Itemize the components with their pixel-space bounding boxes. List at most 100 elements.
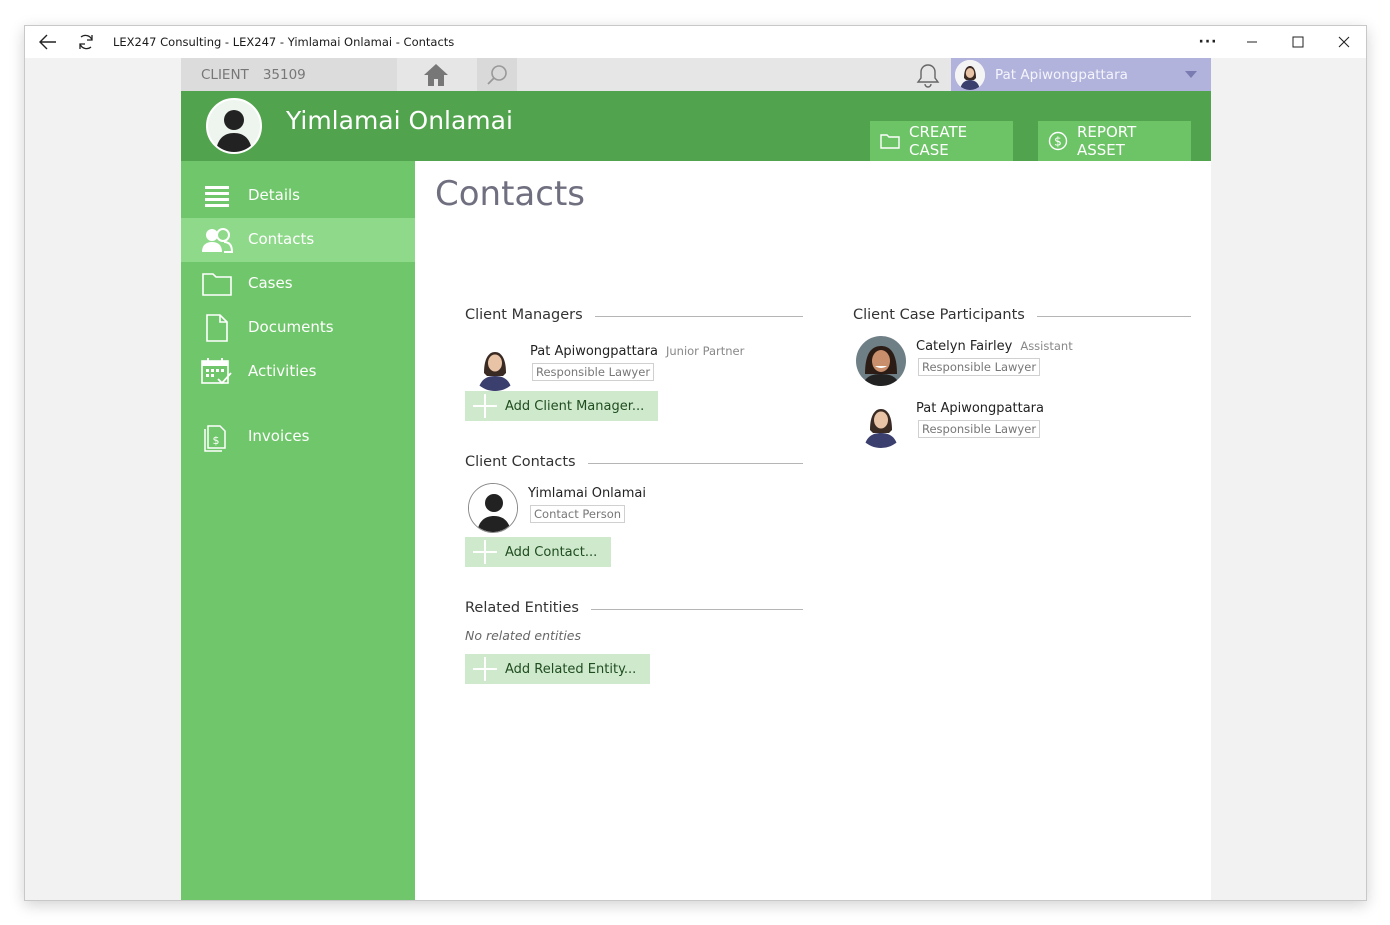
section-header: Related Entities (465, 597, 803, 619)
add-contact-label: Add Contact... (505, 544, 598, 560)
person-tag: Responsible Lawyer (918, 358, 1041, 376)
sidebar-item-documents[interactable]: Documents (181, 306, 415, 350)
plus-icon (465, 391, 505, 421)
sidebar-item-contacts[interactable]: Contacts (181, 218, 415, 262)
sidebar-item-label: Documents (248, 318, 334, 336)
search-icon (487, 64, 507, 85)
person-role: Assistant (1020, 339, 1073, 353)
home-button[interactable] (419, 61, 453, 89)
user-name: Pat Apiwongpattara (995, 66, 1128, 83)
section-header: Client Contacts (465, 451, 803, 473)
maximize-button[interactable] (1275, 26, 1321, 58)
more-icon: ··· (1198, 34, 1218, 50)
client-label: CLIENT (201, 66, 249, 83)
client-managers-section: Client Managers (465, 304, 803, 326)
client-avatar (206, 98, 262, 154)
list-item[interactable]: Pat Apiwongpattara Responsible Lawyer (856, 398, 1176, 450)
folder-icon (880, 133, 900, 149)
sidebar-item-details[interactable]: Details (181, 174, 415, 218)
app-window: LEX247 Consulting - LEX247 - Yimlamai On… (24, 25, 1367, 901)
user-avatar (955, 59, 985, 90)
add-client-manager-button[interactable]: Add Client Manager... (465, 391, 659, 421)
client-contacts-section: Client Contacts (465, 451, 803, 473)
divider (590, 608, 803, 610)
list-item[interactable]: Yimlamai Onlamai Contact Person (468, 483, 768, 535)
section-title: Client Managers (465, 307, 583, 323)
sidebar-item-label: Cases (248, 274, 293, 292)
title-bar: LEX247 Consulting - LEX247 - Yimlamai On… (25, 26, 1366, 58)
add-contact-button[interactable]: Add Contact... (465, 537, 612, 567)
avatar (856, 398, 906, 448)
invoice-icon: $ (201, 423, 233, 452)
person-tag: Contact Person (530, 505, 626, 523)
notifications-button[interactable] (911, 61, 945, 89)
minimize-icon (1247, 41, 1257, 43)
user-menu[interactable]: Pat Apiwongpattara (951, 58, 1211, 91)
section-title: Client Case Participants (853, 307, 1025, 323)
document-icon (201, 314, 233, 342)
avatar (468, 483, 518, 533)
back-arrow-icon (39, 34, 56, 50)
calendar-check-icon (201, 358, 233, 386)
folder-icon (201, 270, 233, 298)
sidebar-item-activities[interactable]: Activities (181, 350, 415, 394)
avatar (856, 336, 906, 386)
window-title: LEX247 Consulting - LEX247 - Yimlamai On… (113, 35, 455, 49)
plus-icon (465, 537, 505, 567)
client-number: 35109 (262, 66, 306, 83)
sidebar-item-invoices[interactable]: $ Invoices (181, 415, 415, 459)
sidebar-item-label: Invoices (248, 427, 310, 445)
create-case-label: CREATE CASE (909, 123, 968, 159)
person-tag: Responsible Lawyer (532, 363, 655, 381)
svg-text:$: $ (213, 434, 220, 447)
section-header: Client Managers (465, 304, 803, 326)
empty-state-text: No related entities (465, 628, 581, 643)
chevron-down-icon (1185, 71, 1197, 78)
person-name: Pat Apiwongpattara (916, 401, 1044, 416)
plus-icon (465, 654, 505, 684)
sidebar-item-label: Details (248, 186, 301, 204)
close-button[interactable] (1321, 26, 1366, 58)
maximize-icon (1292, 36, 1304, 48)
client-name: Yimlamai Onlamai (286, 106, 513, 135)
case-participants-section: Client Case Participants (853, 304, 1191, 326)
client-header: Yimlamai Onlamai CREATE CASE $ REPORT AS… (181, 91, 1211, 161)
refresh-button[interactable] (63, 26, 109, 58)
section-header: Client Case Participants (853, 304, 1191, 326)
sidebar-item-label: Activities (248, 362, 317, 380)
divider (1036, 315, 1191, 317)
close-icon (1338, 36, 1350, 48)
create-case-button[interactable]: CREATE CASE (870, 121, 1013, 161)
more-options-button[interactable]: ··· (1185, 26, 1231, 58)
sidebar-item-label: Contacts (248, 230, 315, 248)
search-button[interactable] (477, 58, 517, 91)
app-area: CLIENT 35109 Pat Apiwongpattara Yimlamai… (181, 58, 1211, 900)
refresh-icon (79, 34, 93, 50)
related-entities-section: Related Entities (465, 597, 803, 619)
report-asset-button[interactable]: $ REPORT ASSET (1038, 121, 1191, 161)
list-icon (201, 182, 233, 210)
client-id-box: CLIENT 35109 (181, 58, 397, 91)
list-item[interactable]: Catelyn Fairley Assistant Responsible Law… (856, 336, 1176, 388)
home-icon (424, 64, 448, 86)
add-related-entity-button[interactable]: Add Related Entity... (465, 654, 651, 684)
person-name: Catelyn Fairley Assistant (916, 339, 1073, 354)
divider (594, 315, 803, 317)
divider (587, 462, 803, 464)
dollar-circle-icon: $ (1048, 131, 1068, 151)
svg-text:$: $ (1054, 135, 1062, 149)
minimize-button[interactable] (1229, 26, 1275, 58)
person-tag: Responsible Lawyer (918, 420, 1041, 438)
top-bar: CLIENT 35109 Pat Apiwongpattara (181, 58, 1211, 91)
person-name: Pat Apiwongpattara Junior Partner (530, 344, 745, 359)
people-icon (201, 226, 233, 254)
add-client-manager-label: Add Client Manager... (505, 398, 645, 414)
page-title: Contacts (435, 174, 585, 214)
list-item[interactable]: Pat Apiwongpattara Junior Partner Respons… (470, 341, 770, 393)
report-asset-label: REPORT ASSET (1077, 123, 1137, 159)
section-title: Related Entities (465, 600, 579, 616)
bell-icon (916, 64, 940, 88)
add-related-entity-label: Add Related Entity... (505, 661, 637, 677)
sidebar-item-cases[interactable]: Cases (181, 262, 415, 306)
section-title: Client Contacts (465, 454, 576, 470)
